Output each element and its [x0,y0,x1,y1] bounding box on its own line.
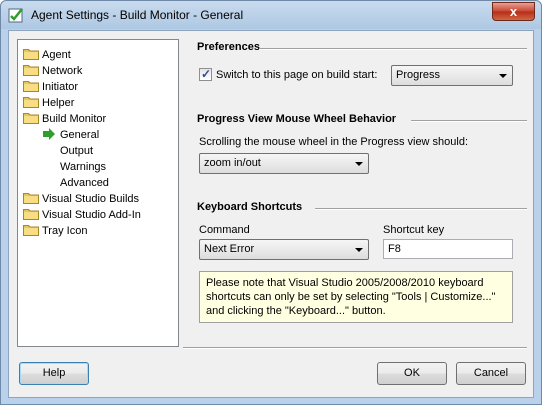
shortcuts-heading: Keyboard Shortcuts [197,201,303,213]
tree-item-label: Agent [42,49,71,61]
settings-tree[interactable]: Agent Network Initiator Helper Build Monitor… [17,39,179,347]
switch-page-label: Switch to this page on build start: [216,69,378,81]
ok-button[interactable]: OK [377,362,447,385]
preferences-divider [259,48,527,50]
chevron-down-icon [355,248,363,252]
command-select[interactable]: Next Error [199,239,369,260]
tree-item[interactable]: Helper [23,95,74,111]
folder-open-icon [23,113,39,124]
tree-item-label: Build Monitor [42,113,107,125]
bottom-divider [183,347,527,349]
folder-icon [23,209,39,220]
wheel-behavior-select[interactable]: zoom in/out [199,153,369,174]
tree-item[interactable]: General [42,127,99,143]
shortcut-key-label: Shortcut key [383,224,445,236]
tree-item-label: Initiator [42,81,79,93]
folder-icon [23,49,39,60]
tree-item-label: Output [60,145,94,157]
dialog-window: Agent Settings - Build Monitor - General… [0,0,542,405]
folder-icon [23,97,39,108]
folder-icon [23,193,39,204]
arrow-right-icon [43,128,55,140]
start-page-value: Progress [396,69,441,81]
tree-item[interactable]: Build Monitor [23,111,106,127]
settings-app-icon [8,8,23,23]
check-mark-icon: ✓ [201,67,212,81]
tree-item-label: Visual Studio Builds [42,193,140,205]
command-value: Next Error [204,243,255,255]
preferences-heading: Preferences [197,41,260,53]
title-bar[interactable]: Agent Settings - Build Monitor - General… [1,1,541,29]
folder-icon [23,81,39,92]
tree-item[interactable]: Visual Studio Add-In [23,207,141,223]
cancel-button[interactable]: Cancel [456,362,526,385]
tree-item[interactable]: Agent [23,47,71,63]
dialog-client: Agent Network Initiator Helper Build Monitor… [8,30,534,398]
shortcut-key-input[interactable]: F8 [383,239,513,259]
close-button[interactable]: x [492,2,535,21]
tree-item-label: Network [42,65,83,77]
wheel-behavior-value: zoom in/out [204,157,261,169]
tree-item-label: Helper [42,97,75,109]
tree-item[interactable]: Visual Studio Builds [23,191,139,207]
keyboard-note: Please note that Visual Studio 2005/2008… [199,271,513,323]
tree-item-label: Tray Icon [42,225,88,237]
folder-icon [23,65,39,76]
tree-item-label: Visual Studio Add-In [42,209,141,221]
switch-page-checkbox[interactable]: ✓ [199,67,212,81]
chevron-down-icon [499,74,507,78]
tree-item[interactable]: Network [23,63,82,79]
tree-item-label: Warnings [60,161,107,173]
wheel-prompt: Scrolling the mouse wheel in the Progres… [199,136,469,148]
chevron-down-icon [355,162,363,166]
tree-item[interactable]: Warnings [42,159,106,175]
help-button[interactable]: Help [19,362,89,385]
shortcut-key-value: F8 [388,243,401,255]
window-title: Agent Settings - Build Monitor - General [31,8,244,22]
tree-item[interactable]: Output [42,143,93,159]
wheel-heading: Progress View Mouse Wheel Behavior [197,113,397,125]
tree-item-label: General [60,129,100,141]
tree-item[interactable]: Advanced [42,175,109,191]
wheel-divider [411,120,527,122]
tree-item[interactable]: Initiator [23,79,78,95]
shortcuts-divider [315,208,527,210]
folder-icon [23,225,39,236]
command-label: Command [199,224,250,236]
tree-item[interactable]: Tray Icon [23,223,87,239]
start-page-select[interactable]: Progress [391,65,513,86]
tree-item-label: Advanced [60,177,109,189]
